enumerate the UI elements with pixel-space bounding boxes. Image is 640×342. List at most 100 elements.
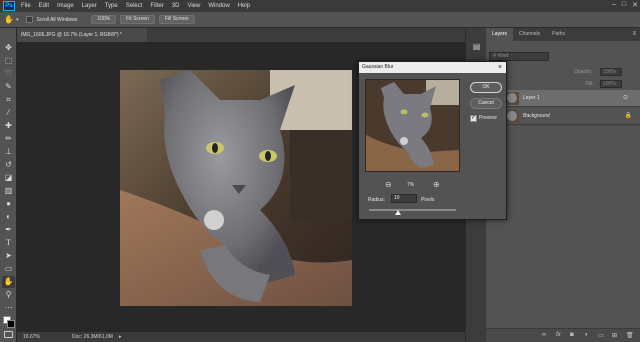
hand-icon[interactable]: ✋	[4, 15, 14, 24]
fill-label: Fill:	[586, 81, 594, 87]
opacity-value: 100%	[603, 69, 616, 75]
history-panel-icon[interactable]: ▤	[470, 42, 483, 53]
tab-channels[interactable]: Channels	[513, 28, 546, 41]
cat-image	[120, 70, 352, 306]
document-tab-title: IMG_1606.JPG @ 16.7% (Layer 1, RGB/8*) *	[21, 32, 122, 38]
radius-value: 10	[394, 195, 400, 201]
status-bar: 16.67% Doc: 26.3M/61.0M ▸	[17, 332, 465, 342]
marquee-tool-icon[interactable]: ⬚	[2, 55, 15, 67]
layer-name: Background	[523, 113, 550, 119]
new-layer-icon[interactable]: ⊞	[612, 332, 617, 339]
preview-checkbox[interactable]: ✓	[470, 115, 477, 122]
move-tool-icon[interactable]: ✥	[2, 42, 15, 54]
cat-photo[interactable]	[120, 70, 352, 306]
layers-panel: Layers Channels Paths ≡ ⚲ Kind Opacity: …	[486, 28, 640, 342]
scroll-all-windows-label: Scroll All Windows	[36, 16, 78, 23]
trash-icon[interactable]: 🗑	[626, 332, 634, 339]
layer-row[interactable]: Background 🔒	[486, 108, 640, 125]
options-bar: ✋ ▾ Scroll All Windows 100% Fit Screen F…	[0, 12, 640, 28]
opacity-label: Opacity:	[574, 69, 593, 75]
gradient-tool-icon[interactable]: ▥	[2, 185, 15, 197]
tab-layers[interactable]: Layers	[486, 28, 514, 41]
hand-tool-icon[interactable]: ✋	[2, 276, 15, 288]
lock-icon: 🔒	[624, 113, 632, 119]
pen-tool-icon[interactable]: ✒	[2, 224, 15, 236]
menu-file[interactable]: File	[21, 3, 31, 9]
menu-filter[interactable]: Filter	[150, 3, 163, 9]
eyedropper-tool-icon[interactable]: ⁄	[2, 107, 15, 119]
photoshop-logo: Ps	[3, 1, 15, 11]
clone-stamp-tool-icon[interactable]: ⊥	[2, 146, 15, 158]
type-tool-icon[interactable]: T	[2, 237, 15, 249]
menu-type[interactable]: Type	[105, 3, 118, 9]
close-window-button[interactable]: ✕	[632, 1, 638, 9]
dodge-tool-icon[interactable]: ◐	[2, 211, 15, 223]
menu-help[interactable]: Help	[238, 3, 250, 9]
eraser-tool-icon[interactable]: ◪	[2, 172, 15, 184]
zoom-in-icon[interactable]: ⊕	[433, 180, 440, 189]
more-tools-icon[interactable]: ⋯	[2, 302, 15, 314]
lasso-tool-icon[interactable]: ➰	[2, 68, 15, 80]
menu-view[interactable]: View	[187, 3, 200, 9]
scroll-all-windows-checkbox[interactable]	[26, 16, 34, 23]
layer-name: Layer 1	[523, 95, 540, 101]
menu-layer[interactable]: Layer	[82, 3, 97, 9]
fit-screen-button[interactable]: Fit Screen	[120, 15, 155, 24]
tool-preset-chevron-icon[interactable]: ▾	[16, 17, 19, 23]
document-tab[interactable]: IMG_1606.JPG @ 16.7% (Layer 1, RGB/8*) *	[17, 28, 147, 42]
history-brush-tool-icon[interactable]: ↺	[2, 159, 15, 171]
adjustment-layer-icon[interactable]: ◑	[584, 332, 588, 338]
smart-filter-icon: ⊙	[622, 95, 628, 101]
tab-paths[interactable]: Paths	[546, 28, 571, 41]
brush-tool-icon[interactable]: ✏	[2, 133, 15, 145]
radius-slider-thumb[interactable]	[394, 210, 401, 215]
zoom-out-icon[interactable]: ⊖	[385, 180, 392, 189]
preview-zoom-level: 7%	[407, 182, 415, 188]
menu-edit[interactable]: Edit	[39, 3, 49, 9]
menu-select[interactable]: Select	[126, 3, 143, 9]
tools-panel: ✥ ⬚ ➰ ✎ ⌗ ⁄ ✚ ✏ ⊥ ↺ ◪ ▥ ● ◐ ✒ T ➤ ▭ ✋ ⚲ …	[0, 28, 17, 342]
layer-filter-kind: Kind	[498, 53, 509, 59]
fill-field[interactable]: 100%	[600, 80, 622, 88]
menu-bar: Ps File Edit Image Layer Type Select Fil…	[0, 0, 640, 12]
layer-row[interactable]: Layer 1 ⊙	[486, 90, 640, 107]
blur-tool-icon[interactable]: ●	[2, 198, 15, 210]
zoom-100-button[interactable]: 100%	[91, 15, 117, 24]
fill-screen-button[interactable]: Fill Screen	[158, 15, 195, 24]
close-icon[interactable]: ×	[498, 62, 502, 73]
quick-select-tool-icon[interactable]: ✎	[2, 81, 15, 93]
radius-input[interactable]: 10	[391, 194, 417, 203]
link-layers-icon[interactable]: ∞	[542, 332, 546, 338]
crop-tool-icon[interactable]: ⌗	[2, 94, 15, 106]
background-color-swatch[interactable]	[7, 320, 15, 328]
ok-button[interactable]: OK	[470, 82, 502, 93]
minimize-button[interactable]: –	[612, 1, 616, 9]
add-mask-icon[interactable]: ◙	[570, 332, 574, 338]
menu-window[interactable]: Window	[208, 3, 229, 9]
panel-menu-icon[interactable]: ≡	[632, 31, 636, 37]
status-menu-icon[interactable]: ▸	[119, 332, 122, 342]
dialog-title-bar[interactable]: Gaussian Blur ×	[359, 62, 506, 73]
zoom-level[interactable]: 16.67%	[23, 332, 40, 342]
panel-tab-bar: Layers Channels Paths ≡	[486, 28, 640, 41]
radius-units: Pixels	[421, 197, 435, 203]
menu-3d[interactable]: 3D	[172, 3, 180, 9]
menu-image[interactable]: Image	[57, 3, 74, 9]
maximize-button[interactable]: □	[622, 1, 626, 9]
zoom-tool-icon[interactable]: ⚲	[2, 289, 15, 301]
document-tab-bar: IMG_1606.JPG @ 16.7% (Layer 1, RGB/8*) *	[17, 28, 465, 42]
radius-slider-track[interactable]	[369, 209, 456, 211]
document-size: Doc: 26.3M/61.0M	[72, 334, 113, 340]
opacity-field[interactable]: 100%	[600, 68, 622, 76]
layer-style-icon[interactable]: fx	[556, 332, 561, 338]
path-select-tool-icon[interactable]: ➤	[2, 250, 15, 262]
shape-tool-icon[interactable]: ▭	[2, 263, 15, 275]
healing-tool-icon[interactable]: ✚	[2, 120, 15, 132]
cancel-button[interactable]: Cancel	[470, 98, 502, 109]
preview-label: Preview	[479, 115, 497, 121]
filter-preview[interactable]	[365, 79, 460, 172]
gaussian-blur-dialog: Gaussian Blur × OK Cancel ✓ Preview ⊖ 7%…	[358, 61, 507, 220]
quick-mask-icon[interactable]	[4, 331, 13, 338]
new-group-icon[interactable]: ▭	[598, 332, 604, 339]
layer-filter-input[interactable]: ⚲ Kind	[489, 52, 549, 61]
